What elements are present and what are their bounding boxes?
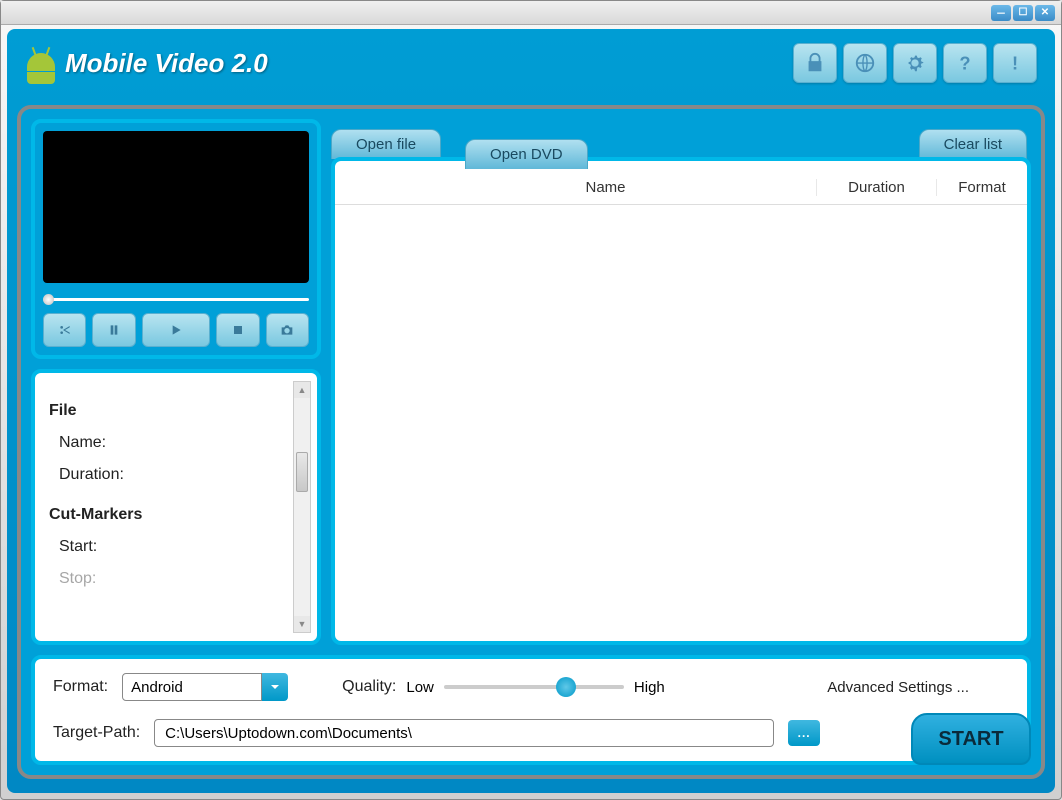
window-close-button[interactable]: ✕ [1035,5,1055,21]
gear-icon [904,52,926,74]
question-icon: ? [954,52,976,74]
list-header-row: Name Duration Format [335,171,1027,205]
camera-icon [279,322,295,338]
preview-panel [31,119,321,359]
cut-button[interactable] [43,313,86,347]
open-file-tab[interactable]: Open file [331,129,441,159]
quality-low-label: Low [406,679,434,696]
advanced-settings-link[interactable]: Advanced Settings ... [827,679,969,696]
column-name[interactable]: Name [395,179,817,196]
target-path-input[interactable] [154,719,774,747]
app-title: Mobile Video 2.0 [65,48,268,79]
target-path-label: Target-Path: [53,724,140,742]
file-info-panel: File Name: Duration: Cut-Markers Start: … [31,369,321,645]
seek-bar[interactable] [43,289,309,309]
app-header: Mobile Video 2.0 ? ! [7,29,1055,97]
start-button[interactable]: START [911,713,1031,765]
quality-slider[interactable] [444,685,624,689]
scroll-down-arrow[interactable]: ▼ [294,616,310,632]
quality-label: Quality: [342,678,396,696]
window-minimize-button[interactable]: － [991,5,1011,21]
pause-icon [106,322,122,338]
svg-text:?: ? [959,52,970,73]
seek-thumb[interactable] [43,294,54,305]
lock-icon [804,52,826,74]
cut-stop-label: Stop: [49,563,307,595]
format-select[interactable]: Android [122,673,288,701]
scroll-up-arrow[interactable]: ▲ [294,382,310,398]
info-scrollbar[interactable]: ▲ ▼ [293,381,311,633]
column-duration[interactable]: Duration [817,179,937,196]
titlebar: － ☐ ✕ [1,1,1061,25]
file-heading: File [49,395,307,427]
file-name-label: Name: [49,427,307,459]
android-icon [25,45,57,81]
stop-icon [230,322,246,338]
open-dvd-tab[interactable]: Open DVD [465,139,588,169]
play-button[interactable] [142,313,210,347]
pause-button[interactable] [92,313,135,347]
stop-button[interactable] [216,313,259,347]
logo-area: Mobile Video 2.0 [25,45,268,81]
settings-button[interactable] [893,43,937,83]
column-format[interactable]: Format [937,179,1027,196]
cut-markers-heading: Cut-Markers [49,499,307,531]
format-dropdown-button[interactable] [262,673,288,701]
globe-icon [854,52,876,74]
help-button[interactable]: ? [943,43,987,83]
globe-button[interactable] [843,43,887,83]
exclamation-icon: ! [1004,52,1026,74]
app-frame: Mobile Video 2.0 ? ! [7,29,1055,793]
scissors-icon [57,322,73,338]
file-duration-label: Duration: [49,459,307,491]
cut-start-label: Start: [49,531,307,563]
file-list: Name Duration Format [331,157,1031,645]
snapshot-button[interactable] [266,313,309,347]
clear-list-tab[interactable]: Clear list [919,129,1027,159]
output-panel: Format: Android Quality: Low High [31,655,1031,765]
play-icon [168,322,184,338]
format-value: Android [122,673,262,701]
chevron-down-icon [270,682,280,692]
format-label: Format: [53,678,108,696]
browse-button[interactable]: ... [788,720,820,746]
window-maximize-button[interactable]: ☐ [1013,5,1033,21]
scroll-thumb[interactable] [296,452,308,492]
video-preview [43,131,309,283]
quality-slider-thumb[interactable] [556,677,576,697]
app-window: － ☐ ✕ Mobile Video 2.0 ? [0,0,1062,800]
lock-button[interactable] [793,43,837,83]
inner-frame: File Name: Duration: Cut-Markers Start: … [17,105,1045,779]
quality-high-label: High [634,679,665,696]
file-list-panel: Open file Open DVD Clear list Name Durat… [331,119,1031,645]
about-button[interactable]: ! [993,43,1037,83]
svg-text:!: ! [1012,52,1018,73]
